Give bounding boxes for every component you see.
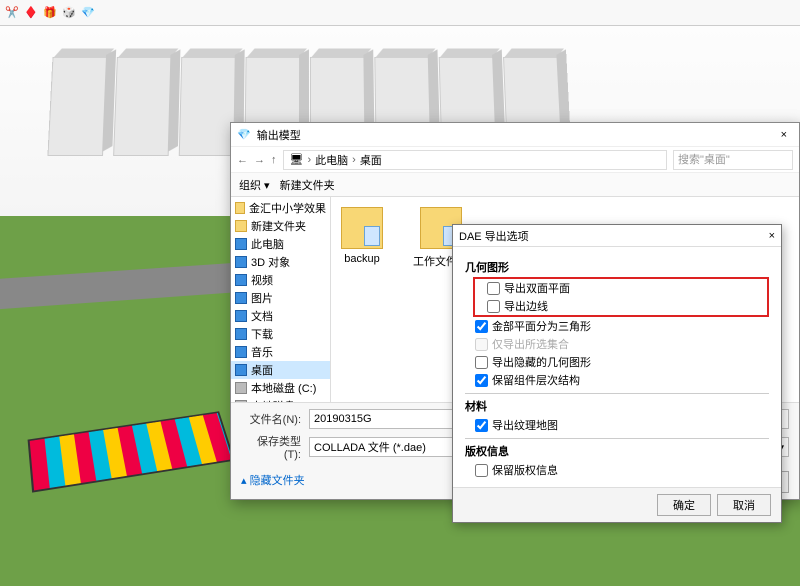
tree-item[interactable]: 本地磁盘 (C:) (231, 379, 330, 397)
option-row: 仅导出所选集合 (465, 335, 769, 353)
option-row[interactable]: 导出隐藏的几何图形 (465, 353, 769, 371)
up-icon[interactable]: ↑ (271, 154, 277, 166)
option-checkbox (475, 338, 488, 351)
tree-item[interactable]: 文档 (231, 307, 330, 325)
folder-icon (235, 202, 245, 214)
tree-item-label: 桌面 (251, 362, 273, 378)
tree-item[interactable]: 桌面 (231, 361, 330, 379)
pc-icon (235, 274, 247, 286)
option-row[interactable]: 保留版权信息 (465, 461, 769, 479)
gem-icon[interactable]: ♦️ (23, 5, 39, 21)
tree-item-label: 视频 (251, 272, 273, 288)
building (47, 57, 107, 156)
option-label: 导出双面平面 (504, 280, 570, 296)
tree-item[interactable]: 音乐 (231, 343, 330, 361)
option-label: 导出边线 (504, 298, 548, 314)
tree-item[interactable]: 新建文件夹 (231, 217, 330, 235)
tree-item-label: 下载 (251, 326, 273, 342)
dialog-titlebar: 💎 输出模型 × (231, 123, 799, 147)
pc-icon: 🖥 (290, 153, 304, 166)
option-checkbox[interactable] (487, 300, 500, 313)
pc-icon (235, 328, 247, 340)
option-checkbox[interactable] (475, 374, 488, 387)
option-label: 保留版权信息 (492, 462, 558, 478)
option-row[interactable]: 导出纹理地图 (465, 416, 769, 434)
group-label: 版权信息 (465, 443, 769, 459)
pc-icon (235, 310, 247, 322)
option-row[interactable]: 保留组件层次结构 (465, 371, 769, 389)
highlighted-options: 导出双面平面导出边线 (473, 277, 769, 317)
scissors-icon[interactable]: ✂️ (4, 5, 20, 21)
gift-icon[interactable]: 🎁 (42, 5, 58, 21)
option-checkbox[interactable] (475, 356, 488, 369)
option-checkbox[interactable] (475, 320, 488, 333)
hide-folders-link[interactable]: ▴ 隐藏文件夹 (241, 472, 305, 488)
options-titlebar: DAE 导出选项 × (453, 225, 781, 247)
folder-tree: 金汇中小学效果新建文件夹此电脑 3D 对象视频图片文档下载音乐桌面本地磁盘 (C:… (231, 197, 331, 402)
main-toolbar: ✂️ ♦️ 🎁 🎲 💎 (0, 0, 800, 26)
pc-icon (235, 364, 247, 376)
tree-item[interactable]: 此电脑 (231, 235, 330, 253)
tree-item-label: 金汇中小学效果 (249, 200, 326, 216)
new-folder-button[interactable]: 新建文件夹 (280, 177, 335, 193)
option-label: 金部平面分为三角形 (492, 318, 591, 334)
option-row[interactable]: 导出双面平面 (477, 279, 765, 297)
option-label: 导出隐藏的几何图形 (492, 354, 591, 370)
tree-item-label: 新建文件夹 (251, 218, 306, 234)
option-label: 保留组件层次结构 (492, 372, 580, 388)
building (113, 57, 171, 156)
tree-item-label: 本地磁盘 (C:) (251, 380, 316, 396)
dice-icon[interactable]: 🎲 (61, 5, 77, 21)
building (179, 57, 236, 156)
option-checkbox[interactable] (487, 282, 500, 295)
folder-icon (341, 207, 383, 249)
close-icon[interactable]: × (775, 129, 793, 141)
search-input[interactable]: 搜索"桌面" (673, 150, 793, 170)
file-item[interactable]: backup (341, 207, 383, 265)
filename-label: 文件名(N): (241, 411, 301, 427)
organize-menu[interactable]: 组织 ▾ (239, 177, 270, 193)
file-label: backup (344, 253, 379, 265)
option-checkbox[interactable] (475, 464, 488, 477)
pc-icon (235, 292, 247, 304)
option-row[interactable]: 金部平面分为三角形 (465, 317, 769, 335)
drive-icon (235, 382, 247, 394)
option-checkbox[interactable] (475, 419, 488, 432)
close-icon[interactable]: × (769, 230, 775, 242)
tree-item-label: 3D 对象 (251, 254, 290, 270)
breadcrumb[interactable]: 🖥 › 此电脑 › 桌面 (283, 150, 668, 170)
dialog-title: 输出模型 (257, 127, 301, 143)
forward-icon[interactable]: → (254, 154, 265, 166)
tree-item[interactable]: 3D 对象 (231, 253, 330, 271)
dialog-toolbar: 组织 ▾ 新建文件夹 (231, 173, 799, 197)
filetype-label: 保存类型(T): (241, 433, 301, 461)
tree-item-label: 音乐 (251, 344, 273, 360)
options-title: DAE 导出选项 (459, 228, 529, 244)
pc-icon (235, 346, 247, 358)
tree-item[interactable]: 金汇中小学效果 (231, 199, 330, 217)
back-icon[interactable]: ← (237, 154, 248, 166)
tree-item-label: 此电脑 (251, 236, 284, 252)
dialog-nav: ← → ↑ 🖥 › 此电脑 › 桌面 搜索"桌面" (231, 147, 799, 173)
group-label: 材料 (465, 398, 769, 414)
option-label: 仅导出所选集合 (492, 336, 569, 352)
tree-item[interactable]: 图片 (231, 289, 330, 307)
tree-item-label: 文档 (251, 308, 273, 324)
tree-item[interactable]: 视频 (231, 271, 330, 289)
tree-item[interactable]: 下载 (231, 325, 330, 343)
option-label: 导出纹理地图 (492, 417, 558, 433)
pc-icon (235, 238, 247, 250)
ok-button[interactable]: 确定 (657, 494, 711, 516)
cancel-button[interactable]: 取消 (717, 494, 771, 516)
ruby-icon[interactable]: 💎 (80, 5, 96, 21)
options-dialog: DAE 导出选项 × 几何图形导出双面平面导出边线金部平面分为三角形仅导出所选集… (452, 224, 782, 523)
group-label: 几何图形 (465, 259, 769, 275)
option-row[interactable]: 导出边线 (477, 297, 765, 315)
pc-icon (235, 256, 247, 268)
app-icon: 💎 (237, 128, 251, 141)
folder-icon (235, 220, 247, 232)
tree-item-label: 图片 (251, 290, 273, 306)
